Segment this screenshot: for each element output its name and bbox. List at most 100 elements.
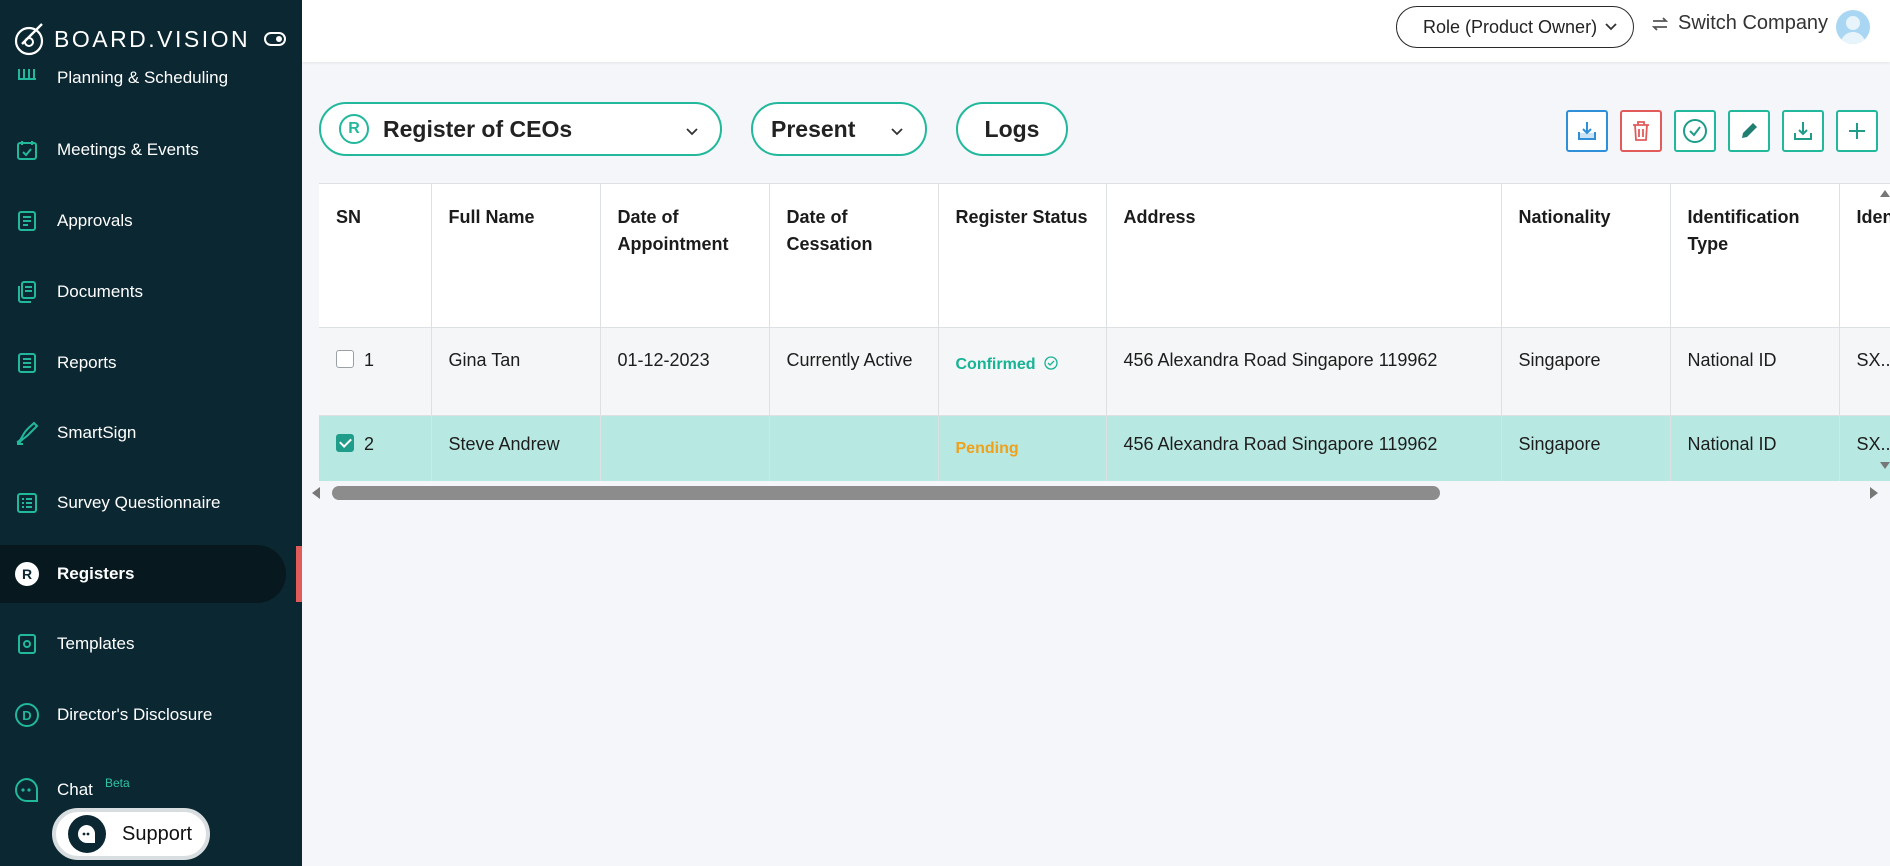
scrollbar-thumb[interactable] <box>332 486 1440 500</box>
avatar[interactable] <box>1836 10 1870 44</box>
column-header-date-of-appointment[interactable]: Date of Appointment <box>600 184 770 328</box>
sidebar-item-survey[interactable]: Survey Questionnaire <box>0 474 286 532</box>
column-header-identification-no[interactable]: Identification No. <box>1839 184 1890 328</box>
approvals-icon <box>14 208 40 234</box>
column-header-full-name[interactable]: Full Name <box>431 184 601 328</box>
period-select[interactable]: Present <box>751 102 927 156</box>
check-circle-icon <box>1043 355 1058 370</box>
trash-icon <box>1633 121 1649 141</box>
row-sn: 1 <box>364 349 375 370</box>
row-checkbox[interactable] <box>336 349 354 368</box>
cell-full-name: Gina Tan <box>431 327 601 416</box>
table-row[interactable]: 1 Gina Tan 01-12-2023 Currently Active C… <box>319 327 1890 416</box>
column-header-sn[interactable]: SN <box>319 184 432 328</box>
svg-text:R: R <box>22 566 32 582</box>
sidebar-item-meetings[interactable]: Meetings & Events <box>0 121 286 179</box>
sidebar-item-label: Meetings & Events <box>57 140 199 159</box>
sidebar-item-reports[interactable]: Reports <box>0 334 286 392</box>
table-header-row: SN Full Name Date of Appointment Date of… <box>319 184 1890 328</box>
row-sn: 2 <box>364 433 375 454</box>
row-checkbox-checked[interactable] <box>336 433 354 452</box>
sidebar-item-label: Documents <box>57 282 143 301</box>
sidebar-item-label: Chat <box>57 780 93 799</box>
cell-date-of-cessation <box>769 415 939 481</box>
sidebar-toggle-icon[interactable] <box>264 32 286 46</box>
chat-icon <box>14 777 40 803</box>
sidebar-item-smartsign[interactable]: SmartSign <box>0 404 286 462</box>
scroll-left-arrow-icon[interactable] <box>312 487 320 499</box>
cell-address: 456 Alexandra Road Singapore 119962 <box>1106 327 1502 416</box>
download-button[interactable] <box>1782 110 1824 152</box>
cell-identification-no: SX... <box>1839 415 1890 481</box>
sidebar-item-label: Survey Questionnaire <box>57 493 221 512</box>
beta-badge: Beta <box>105 776 130 790</box>
support-button[interactable]: Support <box>52 808 210 860</box>
sidebar-item-templates[interactable]: Templates <box>0 615 286 673</box>
column-header-address[interactable]: Address <box>1106 184 1502 328</box>
edit-button[interactable] <box>1728 110 1770 152</box>
sidebar-item-label: Templates <box>57 634 135 653</box>
user-avatar-icon <box>1840 16 1866 44</box>
cell-sn: 1 <box>319 327 432 416</box>
sidebar-item-label: Director's Disclosure <box>57 705 213 724</box>
cell-nationality: Singapore <box>1501 327 1671 416</box>
sidebar: BOARD.VISION Planning & Scheduling Meeti… <box>0 0 302 866</box>
sidebar-item-documents[interactable]: Documents <box>0 263 286 321</box>
cell-full-name: Steve Andrew <box>431 415 601 481</box>
sidebar-item-directors-disclosure[interactable]: D Director's Disclosure <box>0 686 286 744</box>
delete-button[interactable] <box>1620 110 1662 152</box>
import-button[interactable] <box>1566 110 1608 152</box>
add-button[interactable] <box>1836 110 1878 152</box>
smartsign-icon <box>14 420 40 446</box>
reports-icon <box>14 350 40 376</box>
status-badge: Pending <box>955 439 1019 457</box>
cell-register-status: Pending <box>938 415 1107 481</box>
cell-identification-type: National ID <box>1670 415 1840 481</box>
sidebar-item-label: Registers <box>57 564 135 583</box>
scroll-up-arrow-icon[interactable] <box>1880 190 1890 197</box>
sidebar-item-approvals[interactable]: Approvals <box>0 192 286 250</box>
confirm-button[interactable] <box>1674 110 1716 152</box>
logs-label: Logs <box>984 115 1040 142</box>
status-badge: Confirmed <box>955 355 1036 373</box>
calendar-grid-icon <box>14 58 40 84</box>
scroll-right-arrow-icon[interactable] <box>1870 487 1878 499</box>
switch-company-label: Switch Company <box>1678 12 1829 34</box>
support-label: Support <box>122 822 193 845</box>
cell-date-of-appointment: 01-12-2023 <box>600 327 770 416</box>
cell-identification-no: SX... <box>1839 327 1890 416</box>
sidebar-item-planning[interactable]: Planning & Scheduling <box>0 50 286 90</box>
chevron-down-icon <box>891 128 903 136</box>
scroll-down-arrow-icon[interactable] <box>1880 462 1890 469</box>
horizontal-scrollbar[interactable] <box>310 484 1880 502</box>
active-indicator <box>296 546 302 602</box>
disclosure-icon: D <box>14 702 40 728</box>
chevron-down-icon <box>686 128 698 136</box>
column-header-nationality[interactable]: Nationality <box>1501 184 1671 328</box>
switch-company-button[interactable]: Switch Company <box>1650 12 1828 35</box>
logs-button[interactable]: Logs <box>956 102 1068 156</box>
sidebar-item-label: Approvals <box>57 211 133 230</box>
cell-date-of-cessation: Currently Active <box>769 327 939 416</box>
column-header-register-status[interactable]: Register Status <box>938 184 1107 328</box>
cell-identification-type: National ID <box>1670 327 1840 416</box>
brand-name: BOARD.VISION <box>54 25 251 52</box>
table-row-selected[interactable]: 2 Steve Andrew Pending 456 Alexandra Roa… <box>319 415 1890 481</box>
sidebar-item-label: Reports <box>57 353 117 372</box>
import-icon <box>1578 122 1596 140</box>
registers-icon: R <box>14 561 40 587</box>
cell-nationality: Singapore <box>1501 415 1671 481</box>
calendar-check-icon <box>14 137 40 163</box>
sidebar-item-label: SmartSign <box>57 423 137 442</box>
sidebar-item-label: Planning & Scheduling <box>57 68 229 87</box>
sidebar-item-registers[interactable]: R Registers <box>0 545 286 603</box>
register-table: SN Full Name Date of Appointment Date of… <box>319 183 1890 481</box>
cell-date-of-appointment <box>600 415 770 481</box>
column-header-date-of-cessation[interactable]: Date of Cessation <box>769 184 939 328</box>
register-select[interactable]: R Register of CEOs <box>319 102 722 156</box>
column-header-identification-type[interactable]: Identification Type <box>1670 184 1840 328</box>
documents-icon <box>14 279 40 305</box>
switch-icon <box>1651 16 1669 31</box>
period-select-value: Present <box>771 115 856 142</box>
role-dropdown[interactable]: Role (Product Owner) <box>1396 6 1634 48</box>
